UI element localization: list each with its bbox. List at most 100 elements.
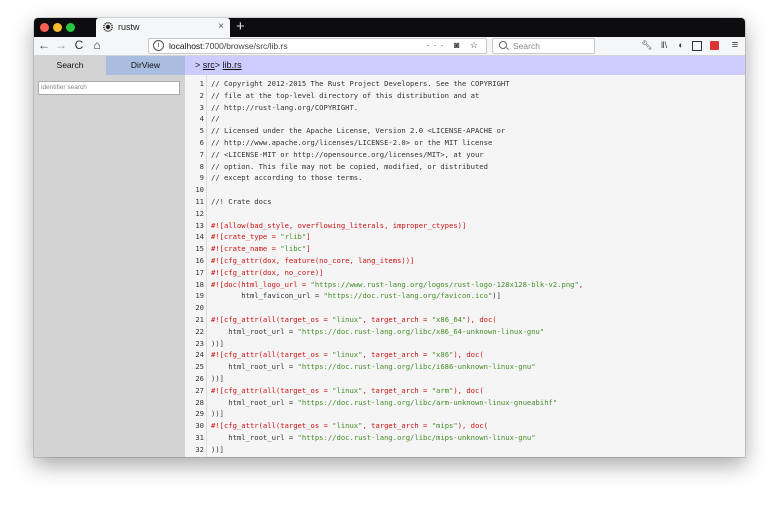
line-number[interactable]: 20 xyxy=(185,302,204,314)
line-number[interactable]: 16 xyxy=(185,255,204,267)
line-number[interactable]: 17 xyxy=(185,267,204,279)
code-line: 18 #![doc(html_logo_url = "https://www.ru… xyxy=(185,279,745,291)
line-number[interactable]: 15 xyxy=(185,243,204,255)
line-number[interactable]: 7 xyxy=(185,149,204,161)
tab-rustw[interactable]: rustw × xyxy=(96,18,230,37)
line-number[interactable]: 30 xyxy=(185,420,204,432)
attribute-token: #![cfg_attr(all(target_os = xyxy=(211,315,333,324)
new-tab-button[interactable]: + xyxy=(236,18,245,36)
attribute-token: #![allow(bad_style, overflowing_literals… xyxy=(211,220,467,230)
code-line: 9 // except according to those terms. xyxy=(185,172,745,184)
info-icon[interactable]: i xyxy=(153,40,164,51)
string-literal: "rlib" xyxy=(280,232,307,242)
line-source: // xyxy=(211,113,220,125)
line-source: #![cfg_attr(all(target_os = "linux", tar… xyxy=(211,349,484,361)
line-number[interactable]: 13 xyxy=(185,220,204,232)
line-number[interactable]: 8 xyxy=(185,161,204,173)
line-source: #![cfg_attr(dox, feature(no_core, lang_i… xyxy=(211,255,414,267)
line-number[interactable]: 22 xyxy=(185,326,204,338)
forward-button[interactable]: → xyxy=(54,38,68,52)
paint-icon[interactable]: ◐ xyxy=(675,39,687,51)
reload-button[interactable]: C xyxy=(72,38,86,52)
line-number[interactable]: 29 xyxy=(185,408,204,420)
line-number[interactable]: 23 xyxy=(185,338,204,350)
line-number[interactable]: 26 xyxy=(185,373,204,385)
code-token: // http://www.apache.org/licenses/LICENS… xyxy=(211,138,493,147)
tab-dirview[interactable]: DirView xyxy=(106,56,185,75)
minimize-window-button[interactable] xyxy=(53,23,62,32)
line-number[interactable]: 10 xyxy=(185,184,204,196)
code-view[interactable]: 1 // Copyright 2012-2015 The Rust Project… xyxy=(185,75,745,457)
line-number[interactable]: 28 xyxy=(185,397,204,409)
menu-icon[interactable]: ≡ xyxy=(729,39,741,51)
breadcrumb-arrow: > xyxy=(195,60,201,70)
line-number[interactable]: 21 xyxy=(185,314,204,326)
attribute-token: #![cfg_attr(all(target_os = xyxy=(211,350,333,360)
line-number[interactable]: 19 xyxy=(185,290,204,302)
zoom-window-button[interactable] xyxy=(66,23,75,32)
line-number[interactable]: 14 xyxy=(185,231,204,243)
code-token: //! Crate docs xyxy=(211,197,272,206)
back-button[interactable]: ← xyxy=(37,38,51,52)
breadcrumb-separator: > xyxy=(214,60,221,70)
breadcrumb-file-link[interactable]: lib.rs xyxy=(223,60,242,70)
attribute-token: #![cfg_attr(all(target_os = xyxy=(211,421,333,431)
line-number[interactable]: 5 xyxy=(185,125,204,137)
breadcrumb-src-link[interactable]: src xyxy=(203,60,215,70)
line-number[interactable]: 6 xyxy=(185,137,204,149)
extension-icon[interactable] xyxy=(710,41,719,50)
close-window-button[interactable] xyxy=(40,23,49,32)
string-literal: "https://www.rust-lang.org/logos/rust-lo… xyxy=(310,279,579,289)
code-line: 29))] xyxy=(185,408,745,420)
line-number[interactable]: 31 xyxy=(185,432,204,444)
sidebar-icon[interactable] xyxy=(692,41,702,51)
line-number[interactable]: 9 xyxy=(185,172,204,184)
line-number[interactable]: 25 xyxy=(185,361,204,373)
home-button[interactable]: ⌂ xyxy=(90,38,104,52)
line-number[interactable]: 11 xyxy=(185,196,204,208)
line-source: ))] xyxy=(211,373,224,385)
line-number[interactable]: 12 xyxy=(185,208,204,220)
line-source: ))] xyxy=(211,444,224,456)
line-number[interactable]: 2 xyxy=(185,90,204,102)
attribute-token: ), doc( xyxy=(457,421,488,431)
code-line: 5 // Licensed under the Apache License, V… xyxy=(185,125,745,137)
line-number[interactable]: 24 xyxy=(185,349,204,361)
search-input[interactable]: Search xyxy=(492,38,595,54)
code-token: html_root_url = xyxy=(211,433,298,442)
line-number[interactable]: 32 xyxy=(185,444,204,456)
code-token: html_root_url = xyxy=(211,362,298,372)
line-number[interactable]: 18 xyxy=(185,279,204,291)
code-line: 3 // http://rust-lang.org/COPYRIGHT. xyxy=(185,102,745,114)
code-token: // <LICENSE-MIT or http://opensource.org… xyxy=(211,149,484,159)
code-token: // file at the top-level directory of th… xyxy=(211,90,480,100)
code-line: 1 // Copyright 2012-2015 The Rust Project… xyxy=(185,78,745,90)
url-bar[interactable]: i localhost:7000/browse/src/lib.rs ··· ◙… xyxy=(148,38,487,54)
string-literal: "linux" xyxy=(332,421,363,431)
url-text[interactable]: localhost:7000/browse/src/lib.rs xyxy=(169,41,288,51)
line-source: // except according to those terms. xyxy=(211,172,362,184)
line-source: html_root_url = "https://doc.rust-lang.o… xyxy=(211,326,544,338)
line-source: html_root_url = "https://doc.rust-lang.o… xyxy=(211,432,535,444)
attribute-token: , target_arch = xyxy=(362,350,432,360)
line-number[interactable]: 3 xyxy=(185,102,204,114)
code-token: // http://rust-lang.org/COPYRIGHT. xyxy=(211,102,359,112)
string-literal: "libc" xyxy=(280,244,307,254)
line-number[interactable]: 27 xyxy=(185,385,204,397)
code-token: ))] xyxy=(211,338,224,348)
identifier-search-input[interactable]: identifier search xyxy=(38,81,180,95)
line-number[interactable]: 1 xyxy=(185,78,204,90)
page-actions-icon[interactable]: ··· ◙ ☆ xyxy=(427,40,483,51)
code-line: 11 //! Crate docs xyxy=(185,196,745,208)
code-line: 31 html_root_url = "https://doc.rust-lan… xyxy=(185,432,745,444)
code-token: // except according to those terms. xyxy=(211,173,363,183)
browser-window: rustw × + ← → C ⌂ i localhost:7000/brows… xyxy=(34,18,745,457)
tab-search[interactable]: Search xyxy=(34,56,106,75)
string-literal: "x86" xyxy=(431,350,454,360)
library-icon[interactable]: ǁ\ xyxy=(658,39,670,51)
line-number[interactable]: 4 xyxy=(185,113,204,125)
nav-bar: ← → C ⌂ i localhost:7000/browse/src/lib.… xyxy=(34,37,745,56)
wrench-icon[interactable]: 🔧︎ xyxy=(641,39,653,51)
close-tab-icon[interactable]: × xyxy=(218,21,224,32)
code-line: 27 #![cfg_attr(all(target_os = "linux", t… xyxy=(185,385,745,397)
